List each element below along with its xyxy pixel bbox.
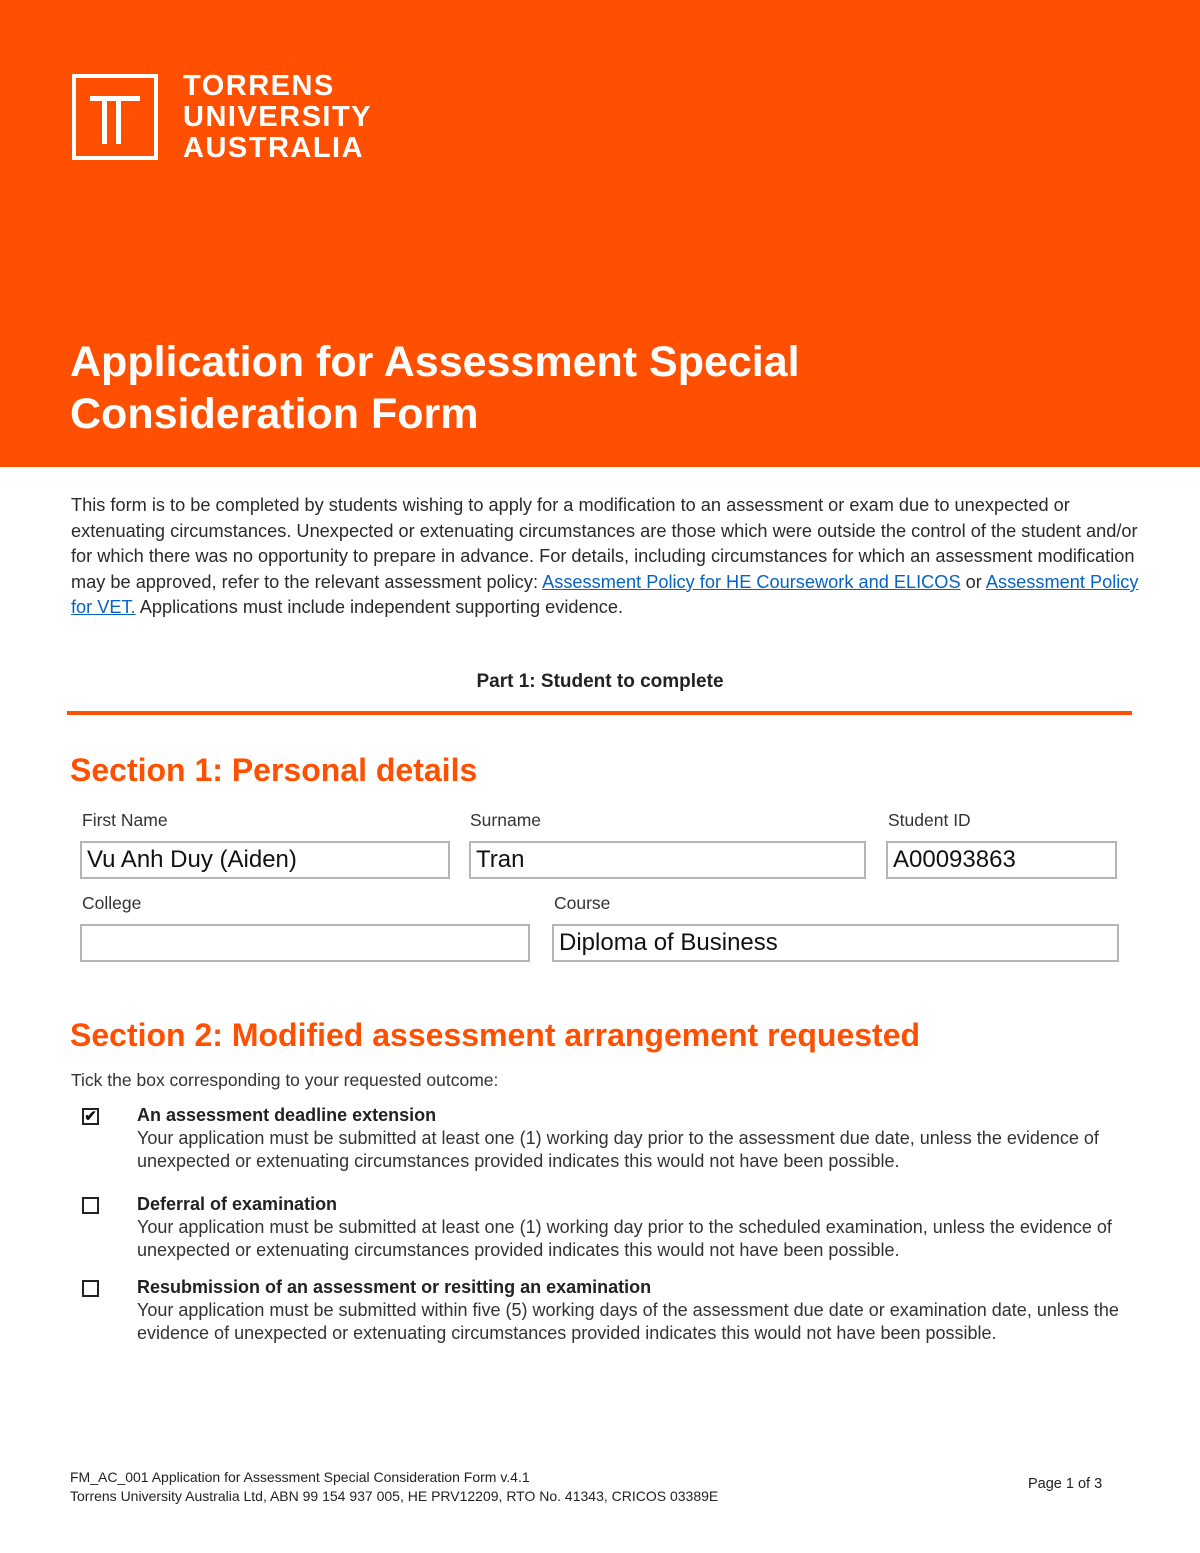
intro-evidence-text: Applications must include independent su… (135, 597, 624, 618)
footer-legal: Torrens University Australia Ltd, ABN 99… (70, 1488, 719, 1504)
college-label: College (82, 893, 142, 913)
logo-mark-icon (72, 74, 158, 160)
course-label: Course (554, 893, 611, 913)
intro-or: or (960, 571, 986, 592)
intro-paragraph: This form is to be completed by students… (71, 493, 1141, 621)
tick-instruction: Tick the box corresponding to your reque… (71, 1070, 499, 1090)
option-description: Your application must be submitted at le… (137, 1217, 1112, 1260)
logo-line-2: UNIVERSITY (183, 101, 373, 133)
logo-line-3: AUSTRALIA (183, 132, 365, 164)
option-title: Resubmission of an assessment or resitti… (137, 1277, 652, 1297)
first-name-label: First Name (82, 810, 168, 830)
student-id-field[interactable]: A00093863 (886, 841, 1117, 879)
surname-label: Surname (470, 810, 542, 830)
title-line-2: Consideration Form (70, 390, 479, 438)
option-title: Deferral of examination (137, 1194, 338, 1214)
option-description: Your application must be submitted at le… (137, 1128, 1099, 1171)
document-title: Application for Assessment Special Consi… (70, 336, 800, 440)
title-line-1: Application for Assessment Special (70, 338, 800, 386)
option-title: An assessment deadline extension (137, 1105, 437, 1125)
logo-line-1: TORRENS (183, 70, 335, 102)
footer-info: FM_AC_001 Application for Assessment Spe… (70, 1468, 718, 1506)
deferral-exam-checkbox[interactable] (82, 1197, 99, 1214)
deadline-extension-checkbox[interactable]: ✔ (82, 1108, 99, 1125)
logo-wordmark: TORRENS UNIVERSITY AUSTRALIA (183, 71, 372, 164)
page-number: Page 1 of 3 (1028, 1476, 1103, 1492)
header-banner: TORRENS UNIVERSITY AUSTRALIA Application… (0, 0, 1200, 467)
student-id-label: Student ID (888, 810, 971, 830)
college-field[interactable] (80, 924, 530, 962)
divider-rule (67, 711, 1132, 715)
course-field[interactable]: Diploma of Business (552, 924, 1119, 962)
footer-form-id: FM_AC_001 Application for Assessment Spe… (70, 1469, 530, 1485)
first-name-field[interactable]: Vu Anh Duy (Aiden) (80, 841, 450, 879)
part-heading: Part 1: Student to complete (476, 671, 724, 692)
university-logo: TORRENS UNIVERSITY AUSTRALIA (72, 71, 372, 164)
section2-heading: Section 2: Modified assessment arrangeme… (70, 1017, 921, 1053)
option-description: Your application must be submitted withi… (137, 1300, 1119, 1343)
he-policy-link[interactable]: Assessment Policy for HE Coursework and … (542, 572, 960, 592)
surname-field[interactable]: Tran (469, 841, 866, 879)
resubmission-checkbox[interactable] (82, 1280, 99, 1297)
section1-heading: Section 1: Personal details (70, 752, 478, 788)
